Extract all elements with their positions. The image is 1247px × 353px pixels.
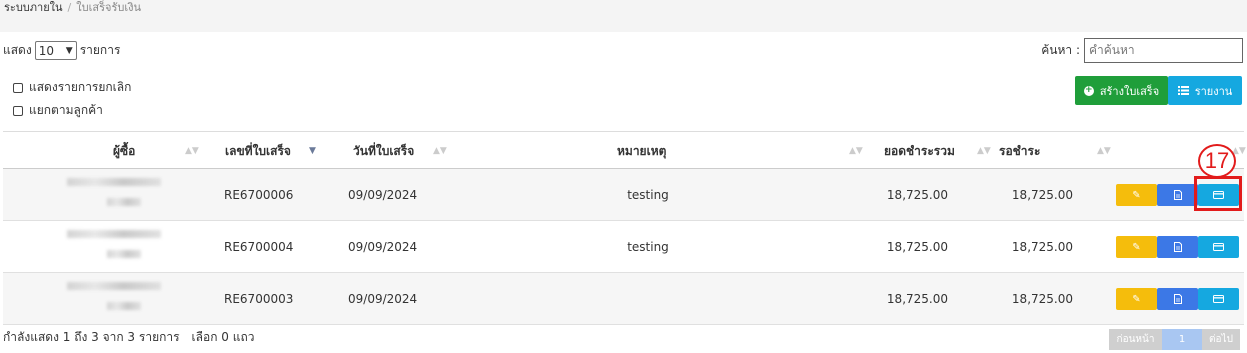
header-receipt-no[interactable]: เลขที่ใบเสร็จ	[225, 132, 291, 170]
cell-pending: 18,725.00	[1011, 292, 1073, 306]
cell-total: 18,725.00	[886, 240, 948, 254]
table-info-selected: เลือก 0 แถว	[191, 330, 255, 344]
cell-note	[563, 273, 733, 325]
breadcrumb-separator: /	[67, 1, 72, 14]
cell-date: 09/09/2024	[348, 240, 418, 254]
header-note[interactable]: หมายเหตุ	[617, 132, 666, 170]
sort-icon: ▲▼	[185, 146, 199, 156]
sort-icon: ▲▼	[977, 146, 991, 156]
document-icon	[1173, 242, 1182, 252]
redacted-buyer	[107, 250, 141, 258]
cell-receipt-no: RE6700006	[224, 188, 294, 202]
edit-icon: ✎	[1132, 293, 1141, 305]
table-info: กำลังแสดง 1 ถึง 3 จาก 3 รายการ เลือก 0 แถ…	[3, 328, 254, 347]
document-button[interactable]	[1157, 236, 1198, 258]
cell-note: testing	[627, 188, 669, 202]
edit-button[interactable]: ✎	[1116, 236, 1157, 258]
credit-card-icon	[1213, 243, 1224, 251]
search-control: ค้นหา : คำค้นหา	[1041, 38, 1243, 63]
show-cancelled-option[interactable]: แสดงรายการยกเลิก	[13, 78, 131, 97]
cell-pending: 18,725.00	[1011, 188, 1073, 202]
cell-pending: 18,725.00	[1011, 240, 1073, 254]
credit-card-icon	[1213, 295, 1224, 303]
group-by-customer-option[interactable]: แยกตามลูกค้า	[13, 101, 103, 120]
document-icon	[1173, 190, 1182, 200]
search-label: ค้นหา :	[1041, 43, 1080, 57]
sort-icon: ▲▼	[433, 146, 447, 156]
group-by-customer-label: แยกตามลูกค้า	[29, 103, 103, 117]
page-length-select[interactable]: 10 ▼	[34, 41, 77, 60]
list-icon	[1177, 86, 1189, 95]
create-receipt-button[interactable]: + สร้างใบเสร็จ	[1075, 76, 1168, 105]
redacted-buyer	[107, 302, 141, 310]
table-info-range: กำลังแสดง 1 ถึง 3 จาก 3 รายการ	[3, 330, 180, 344]
chevron-down-icon: ▼	[65, 45, 73, 56]
header-date[interactable]: วันที่ใบเสร็จ	[353, 132, 414, 170]
report-button[interactable]: รายงาน	[1168, 76, 1242, 105]
receipts-table: ผู้ซื้อ ▲▼ เลขที่ใบเสร็จ ▼ วันที่ใบเสร็จ…	[3, 131, 1246, 325]
table-row[interactable]: RE6700006 09/09/2024 testing 18,725.00 1…	[3, 169, 1244, 221]
header-total[interactable]: ยอดชำระรวม	[884, 132, 955, 170]
cell-date: 09/09/2024	[348, 292, 418, 306]
pagination: ก่อนหน้า 1 ต่อไป	[1109, 329, 1240, 350]
length-prefix: แสดง	[3, 43, 32, 57]
redacted-buyer	[67, 230, 161, 238]
pagination-page-button[interactable]: 1	[1162, 329, 1202, 350]
cell-date: 09/09/2024	[348, 188, 418, 202]
header-pending[interactable]: รอชำระ	[999, 132, 1040, 170]
redacted-buyer	[67, 178, 161, 186]
breadcrumb-bar: ระบบภายใน / ใบเสร็จรับเงิน	[0, 0, 1247, 32]
plus-circle-icon: +	[1083, 85, 1094, 96]
show-cancelled-checkbox[interactable]	[13, 82, 23, 93]
sort-icon: ▲▼	[1097, 146, 1111, 156]
group-by-customer-checkbox[interactable]	[13, 105, 23, 116]
breadcrumb-current: ใบเสร็จรับเงิน	[76, 1, 141, 14]
document-button[interactable]	[1157, 288, 1198, 310]
breadcrumb-root[interactable]: ระบบภายใน	[4, 1, 63, 14]
table-header: ผู้ซื้อ ▲▼ เลขที่ใบเสร็จ ▼ วันที่ใบเสร็จ…	[3, 131, 1246, 170]
edit-icon: ✎	[1132, 241, 1141, 253]
search-input[interactable]: คำค้นหา	[1084, 38, 1243, 63]
report-label: รายงาน	[1194, 84, 1233, 98]
payment-button[interactable]	[1198, 236, 1239, 258]
show-cancelled-label: แสดงรายการยกเลิก	[29, 80, 132, 94]
pagination-prev-button[interactable]: ก่อนหน้า	[1109, 329, 1162, 350]
redacted-buyer	[107, 198, 141, 206]
edit-icon: ✎	[1132, 189, 1141, 201]
step-annotation-badge: 17	[1198, 144, 1236, 178]
length-control: แสดง 10 ▼ รายการ	[3, 41, 120, 60]
create-receipt-label: สร้างใบเสร็จ	[1099, 84, 1160, 98]
edit-button[interactable]: ✎	[1116, 288, 1157, 310]
page-length-value: 10	[38, 43, 54, 58]
header-buyer[interactable]: ผู้ซื้อ	[113, 132, 135, 170]
sort-desc-icon: ▼	[309, 146, 316, 156]
length-suffix: รายการ	[79, 43, 121, 57]
document-icon	[1173, 294, 1182, 304]
table-row[interactable]: RE6700003 09/09/2024 18,725.00 18,725.00…	[3, 273, 1244, 325]
cell-receipt-no: RE6700004	[224, 240, 294, 254]
search-placeholder: คำค้นหา	[1089, 43, 1135, 57]
payment-button[interactable]	[1198, 288, 1239, 310]
cell-receipt-no: RE6700003	[224, 292, 294, 306]
cell-note: testing	[627, 240, 669, 254]
sort-icon: ▲▼	[849, 146, 863, 156]
edit-button[interactable]: ✎	[1116, 184, 1157, 206]
redacted-buyer	[67, 282, 161, 290]
table-row[interactable]: RE6700004 09/09/2024 testing 18,725.00 1…	[3, 221, 1244, 273]
step-highlight-box	[1194, 176, 1242, 211]
pagination-next-button[interactable]: ต่อไป	[1202, 329, 1240, 350]
cell-total: 18,725.00	[886, 292, 948, 306]
cell-total: 18,725.00	[886, 188, 948, 202]
breadcrumb: ระบบภายใน / ใบเสร็จรับเงิน	[4, 0, 141, 16]
document-button[interactable]	[1157, 184, 1198, 206]
